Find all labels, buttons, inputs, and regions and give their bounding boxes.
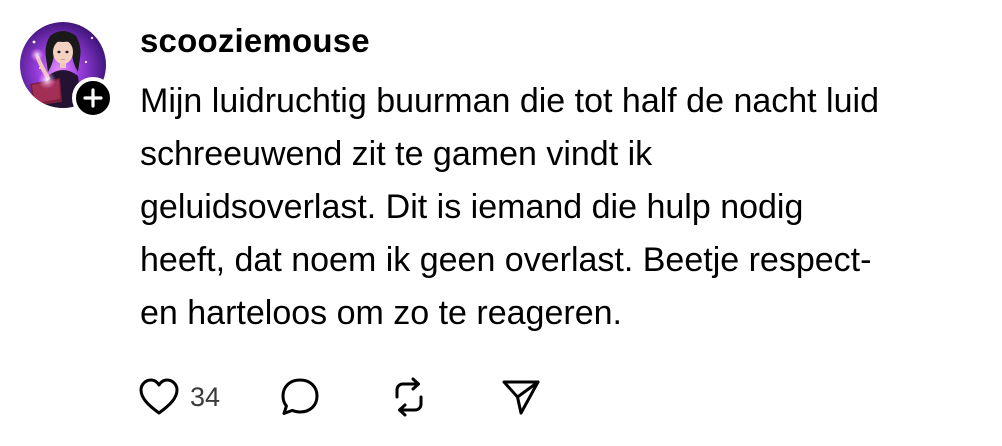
repost-icon (395, 377, 423, 417)
repost-button[interactable] (388, 375, 430, 419)
username[interactable]: scooziemouse (140, 18, 370, 64)
send-icon (502, 380, 540, 415)
share-button[interactable] (500, 376, 542, 418)
action-bar: 34 (138, 375, 542, 419)
like-button[interactable]: 34 (138, 375, 220, 419)
speech-bubble-icon (281, 378, 319, 415)
heart-icon (139, 378, 179, 415)
follow-button[interactable] (72, 77, 114, 119)
like-count: 34 (190, 382, 221, 412)
plus-icon (83, 88, 103, 108)
comment-button[interactable] (278, 375, 322, 419)
comment-text: Mijn luidruchtig buurman die tot half de… (140, 82, 879, 332)
comment-post: scooziemouse Mijn luidruchtig buurman di… (0, 0, 1002, 446)
avatar-container (20, 22, 114, 119)
